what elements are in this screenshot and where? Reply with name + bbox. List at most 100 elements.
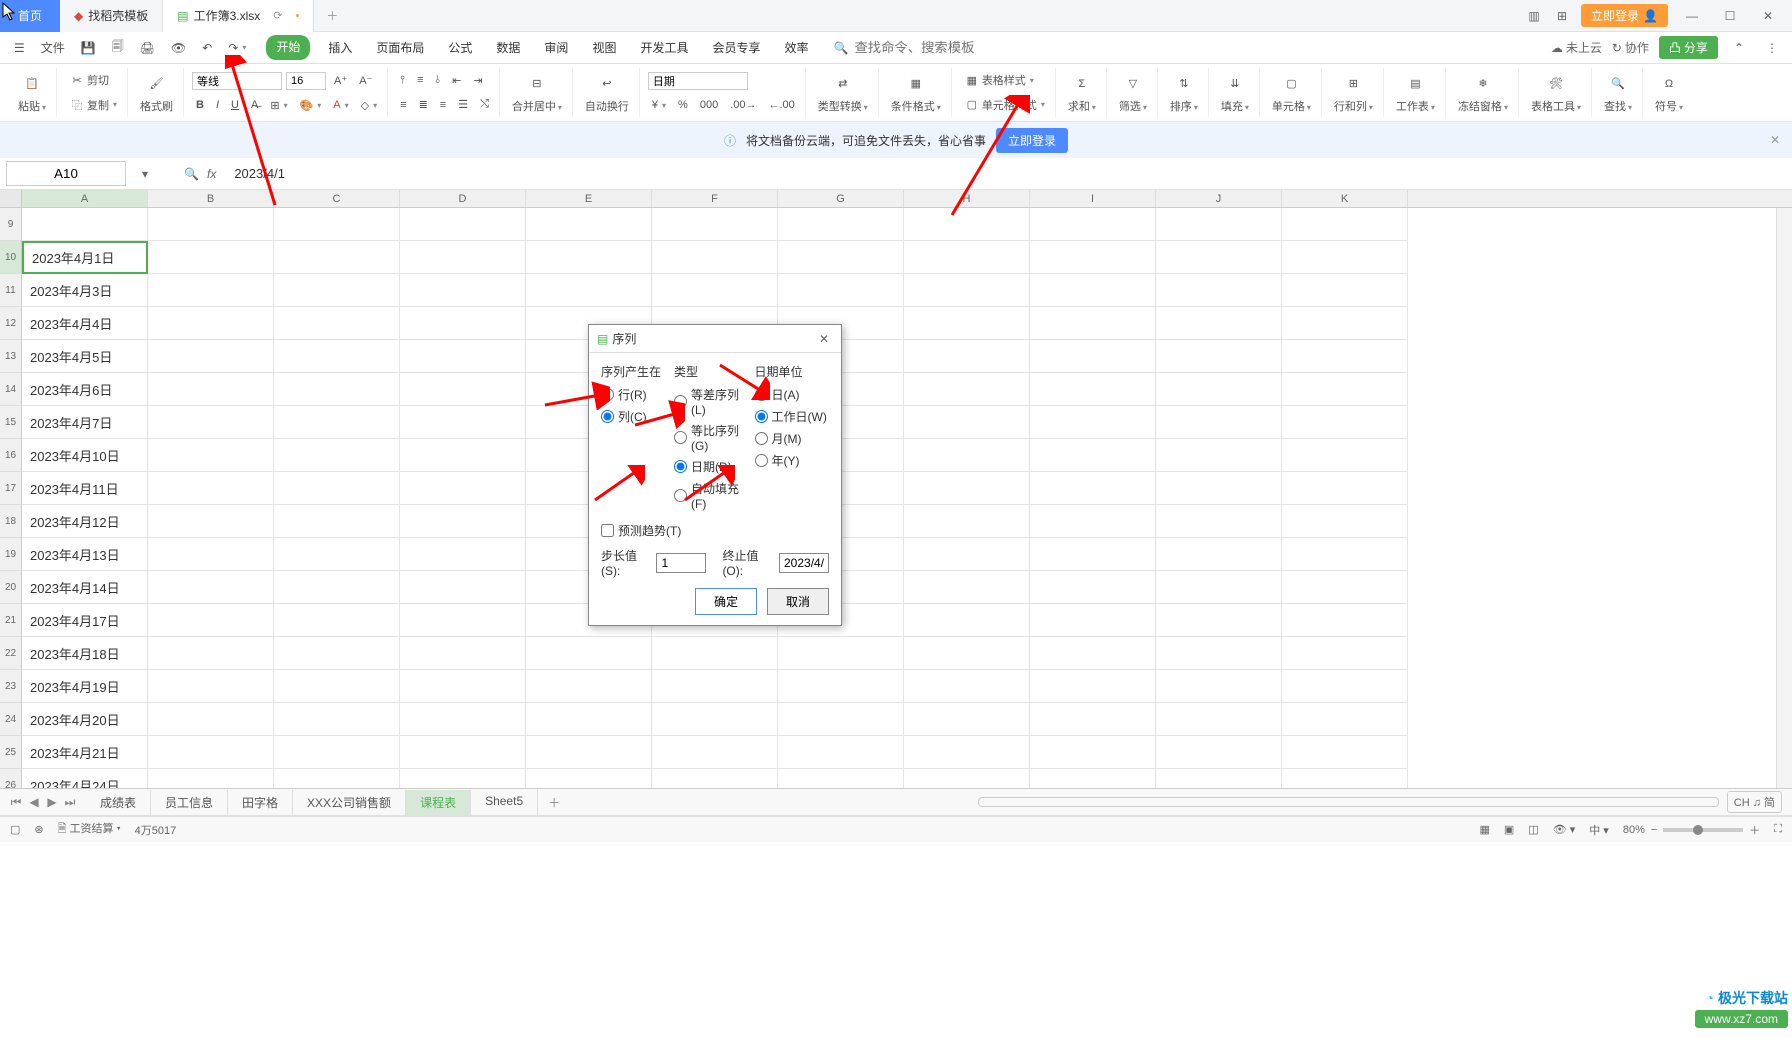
radio-growth[interactable]: 等比序列(G) [674,422,748,453]
table-tools-button[interactable]: 🛠表格工具 [1527,70,1585,116]
cell[interactable] [778,670,904,703]
column-header[interactable]: C [274,190,400,207]
align-center-icon[interactable]: ≣ [415,96,432,113]
fill-button[interactable]: ⇊填充 [1217,70,1253,116]
find-button[interactable]: 🔍查找 [1600,70,1636,116]
cell[interactable] [1030,604,1156,637]
cell[interactable] [652,274,778,307]
cell[interactable] [652,703,778,736]
cut-button[interactable]: ✂剪切 [65,70,113,90]
cell[interactable] [148,736,274,769]
vertical-scrollbar[interactable] [1776,208,1792,788]
row-header[interactable]: 9 [0,208,22,241]
cell[interactable] [1282,241,1408,274]
cell[interactable] [274,439,400,472]
cell[interactable] [400,274,526,307]
cell[interactable] [1282,373,1408,406]
cell[interactable] [148,439,274,472]
cell[interactable] [148,208,274,241]
sheet-tab[interactable]: XXX公司销售额 [293,790,406,815]
font-color-button[interactable]: A [329,97,352,113]
command-search[interactable]: 🔍 [834,40,1547,55]
cell[interactable] [1030,538,1156,571]
cell[interactable] [652,637,778,670]
cell[interactable] [274,703,400,736]
cell[interactable]: 2023年4月5日 [22,340,148,373]
cell[interactable] [652,241,778,274]
nav-prev-icon[interactable]: ◀ [26,795,42,810]
sheet-tab[interactable]: 员工信息 [151,790,228,815]
cell[interactable] [400,373,526,406]
sheet-tab[interactable]: 课程表 [406,790,471,815]
cell[interactable] [148,241,274,274]
align-mid-icon[interactable]: ≡ [413,72,427,88]
cell[interactable] [1030,373,1156,406]
cell[interactable] [526,637,652,670]
cell[interactable] [1030,472,1156,505]
save-icon[interactable]: 💾 [75,37,102,59]
cell[interactable] [526,208,652,241]
cell[interactable] [1282,505,1408,538]
row-header[interactable]: 12 [0,307,22,340]
cell[interactable] [904,637,1030,670]
search-fx-icon[interactable]: 🔍 [184,167,199,181]
cell[interactable] [526,703,652,736]
cell[interactable] [526,241,652,274]
fill-color-button[interactable]: 🎨 [296,97,326,114]
cell[interactable] [1030,637,1156,670]
cell[interactable] [652,670,778,703]
cell[interactable] [400,307,526,340]
collapse-ribbon-icon[interactable]: ⌃ [1728,37,1750,59]
row-col-button[interactable]: ⊞行和列 [1330,70,1377,116]
tab-dev[interactable]: 开发工具 [634,35,694,60]
cell[interactable] [400,472,526,505]
cell[interactable] [904,373,1030,406]
cell[interactable] [1156,307,1282,340]
zoom-control[interactable]: 80% − ＋ [1623,822,1760,838]
fx-icon[interactable]: fx [207,167,216,181]
search-input[interactable] [854,40,1031,55]
expand-ref-icon[interactable]: ▾ [142,167,148,181]
cell[interactable] [778,736,904,769]
format-painter-button[interactable]: 🖌格式刷 [136,70,177,116]
cell[interactable] [1282,208,1408,241]
cell[interactable] [1156,373,1282,406]
cell[interactable] [1030,736,1156,769]
cell[interactable] [1282,637,1408,670]
row-header[interactable]: 25 [0,736,22,769]
cell[interactable] [148,274,274,307]
share-button[interactable]: 凸 分享 [1659,36,1718,59]
cell[interactable] [904,769,1030,788]
cell[interactable] [274,769,400,788]
cell[interactable] [904,307,1030,340]
cell[interactable]: 2023年4月12日 [22,505,148,538]
ok-button[interactable]: 确定 [695,588,757,615]
sum-button[interactable]: Σ求和 [1064,70,1100,116]
cell[interactable] [274,670,400,703]
column-header[interactable]: D [400,190,526,207]
clear-format-button[interactable]: ◇ [357,97,381,114]
dec-dec-icon[interactable]: ←.00 [764,97,798,113]
cell[interactable] [400,703,526,736]
cell[interactable] [904,703,1030,736]
cell[interactable] [148,670,274,703]
cell[interactable] [1156,736,1282,769]
cell[interactable] [778,274,904,307]
cell[interactable] [904,340,1030,373]
grid-icon[interactable]: ⊞ [1553,7,1571,25]
tab-formula[interactable]: 公式 [442,35,478,60]
cell[interactable] [1156,472,1282,505]
merge-button[interactable]: ⊟合并居中 [508,70,566,116]
freeze-button[interactable]: ❄冻结窗格 [1454,70,1512,116]
row-header[interactable]: 13 [0,340,22,373]
cell[interactable] [400,637,526,670]
cell[interactable] [400,538,526,571]
login-button[interactable]: 立即登录👤 [1581,4,1668,27]
cell[interactable] [274,637,400,670]
cell[interactable] [1030,703,1156,736]
cell[interactable]: 2023年4月1日 [22,241,148,274]
cell[interactable] [904,670,1030,703]
cell[interactable] [148,604,274,637]
cell[interactable]: 2023年4月14日 [22,571,148,604]
cells-grid[interactable]: 2023年4月1日2023年4月3日2023年4月4日2023年4月5日2023… [22,208,1792,788]
